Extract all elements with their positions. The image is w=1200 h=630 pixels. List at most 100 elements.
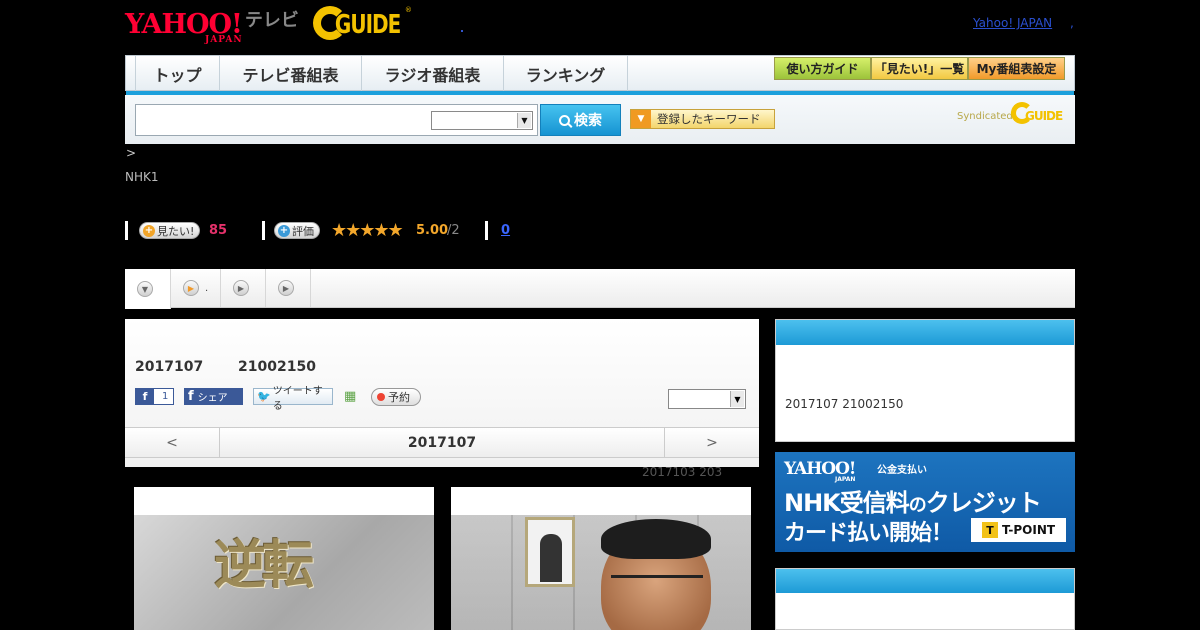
mitai-button[interactable]: + 見たい! — [139, 222, 201, 239]
search-category-select[interactable]: ▼ — [431, 111, 533, 130]
tab-play-1-label: . — [205, 282, 209, 294]
broadcast-date: 2017107 — [135, 359, 204, 375]
saved-keywords-label: 登録したキーワード — [657, 112, 761, 126]
program-thumbnail[interactable] — [451, 487, 751, 630]
facebook-share-button[interactable]: f シェア — [184, 388, 243, 405]
gguide-reg-mark: ® — [404, 6, 412, 14]
facebook-like-button[interactable]: f 1 — [135, 388, 174, 405]
search-bar: ▼ 検索 ▼ 登録したキーワード Syndicated GUIDE — [125, 95, 1075, 144]
program-tabs: ▼ ▶ . ▶ ▶ — [125, 269, 1075, 309]
banner-headline-1b: の — [908, 495, 927, 516]
play-icon: ▶ — [233, 280, 249, 296]
pager-title: 2017107 — [407, 434, 477, 451]
my-listings-settings-button[interactable]: My番組表設定 — [968, 57, 1065, 80]
usage-guide-button[interactable]: 使い方ガイド — [774, 57, 871, 80]
sidebar-box-2 — [775, 568, 1075, 630]
divider — [125, 221, 128, 240]
tpoint-icon: T — [981, 522, 998, 538]
broadcast-select[interactable]: ▼ — [668, 389, 746, 409]
date-pager: < 2017107 > — [125, 427, 759, 458]
rebroadcast-info: 2017103 203 — [642, 465, 723, 479]
chevron-down-icon: ▼ — [730, 391, 744, 407]
nav-tab-tv-listings[interactable]: テレビ番組表 — [220, 56, 362, 91]
record-icon — [377, 393, 385, 401]
program-title-art: 逆転 — [214, 535, 314, 596]
header-link-separator: , — [1070, 16, 1074, 30]
search-button-label: 検索 — [574, 113, 602, 129]
gguide-logo[interactable]: GUIDE ® — [312, 4, 413, 40]
global-nav: トップ テレビ番組表 ラジオ番組表 ランキング 使い方ガイド 「見たい!」一覧 … — [125, 55, 1075, 95]
facebook-icon: f — [136, 389, 154, 404]
rate-button[interactable]: + 評価 — [274, 222, 320, 239]
banner-subtitle: 公金支払い — [877, 465, 927, 476]
facebook-icon: f — [188, 389, 194, 404]
breadcrumb: > — [126, 146, 137, 160]
person-hair — [601, 519, 711, 559]
search-icon — [559, 114, 570, 126]
person-glasses — [611, 575, 703, 591]
pager-prev-button[interactable]: < — [125, 428, 220, 457]
calendar-add-icon[interactable]: ▦ — [344, 388, 360, 405]
sidebar-box: 2017107 21002150 — [775, 319, 1075, 442]
plus-icon: + — [278, 224, 290, 237]
play-icon: ▶ — [183, 280, 199, 296]
nav-tab-ranking[interactable]: ランキング — [504, 56, 628, 91]
tab-play-1[interactable]: ▶ . — [171, 269, 221, 307]
reserve-label: 予約 — [388, 391, 410, 404]
rating-score: 5.00 — [416, 223, 449, 238]
channel-name: NHK1 — [125, 170, 159, 184]
search-button[interactable]: 検索 — [540, 104, 621, 136]
banner-headline-1: NHK受信料のクレジット — [784, 483, 1042, 518]
nav-tab-top[interactable]: トップ — [135, 56, 220, 91]
yahoo-japan-link[interactable]: Yahoo! JAPAN — [973, 16, 1052, 30]
mitai-count: 85 — [209, 223, 228, 238]
program-thumbnail[interactable]: 逆転 — [134, 487, 434, 630]
reserve-button[interactable]: 予約 — [371, 388, 421, 406]
syndicated-label: Syndicated — [957, 111, 1013, 122]
saved-keywords-button[interactable]: ▼ 登録したキーワード — [630, 109, 775, 129]
banner-headline-1a: NHK受信料 — [784, 489, 910, 517]
share-label: シェア — [197, 393, 228, 404]
tab-play-3[interactable]: ▶ — [266, 269, 311, 307]
syndicated-gguide-logo: GUIDE — [1011, 102, 1069, 126]
tab-down[interactable]: ▼ — [125, 269, 171, 309]
rating-stars-icon: ★★★★★ — [331, 220, 404, 241]
banner-japan-logo: JAPAN — [835, 476, 856, 483]
rate-label: 評価 — [292, 224, 314, 238]
portrait-frame — [525, 517, 575, 587]
nav-tab-radio-listings[interactable]: ラジオ番組表 — [362, 56, 504, 91]
chevron-down-icon: ▼ — [137, 281, 153, 297]
twitter-icon: 🐦 — [257, 390, 271, 403]
rating-count: /2 — [447, 223, 460, 238]
tpoint-label: T-POINT — [1001, 523, 1056, 537]
program-image — [451, 515, 751, 630]
yahoo-logo-japan: JAPAN — [205, 34, 243, 45]
pager-next-button[interactable]: > — [664, 428, 759, 457]
mitai-label: 見たい! — [157, 224, 195, 238]
triangle-down-icon: ▼ — [631, 110, 651, 128]
nhk-payment-banner[interactable]: YAHOO! JAPAN 公金支払い NHK受信料のクレジット カード払い開始！… — [775, 452, 1075, 552]
plus-icon: + — [143, 224, 155, 237]
divider — [262, 221, 265, 240]
gguide-logo-text: GUIDE — [334, 8, 401, 40]
tab-play-2[interactable]: ▶ — [221, 269, 266, 307]
like-count: 1 — [162, 391, 169, 402]
portrait-figure — [540, 534, 562, 582]
sidebar-box-2-header — [776, 569, 1074, 593]
broadcast-panel: 2017107 21002150 f 1 f シェア 🐦 ツイートする ▦ 予約… — [125, 319, 759, 467]
sidebar-broadcast-info: 2017107 21002150 — [785, 397, 904, 411]
play-icon: ▶ — [278, 280, 294, 296]
tweet-button[interactable]: 🐦 ツイートする — [253, 386, 333, 412]
mitai-list-button[interactable]: 「見たい!」一覧 — [871, 57, 968, 80]
banner-headline-2: カード払い開始！ — [784, 521, 953, 546]
program-stats: + 見たい! 85 + 評価 ★★★★★ 5.00 /2 0 — [125, 220, 625, 241]
chevron-down-icon: ▼ — [517, 113, 531, 128]
review-count-link[interactable]: 0 — [501, 223, 510, 238]
syndicated-logo-text: GUIDE — [1025, 109, 1063, 123]
broadcast-time: 21002150 — [238, 359, 316, 375]
site-logo[interactable]: YAHOO! JAPAN テレビ GUIDE ® — [125, 4, 413, 44]
banner-headline-1c: クレジット — [925, 489, 1042, 517]
header-dot — [461, 30, 463, 32]
yahoo-logo[interactable]: YAHOO! JAPAN — [125, 11, 243, 45]
program-image: 逆転 — [134, 515, 434, 630]
